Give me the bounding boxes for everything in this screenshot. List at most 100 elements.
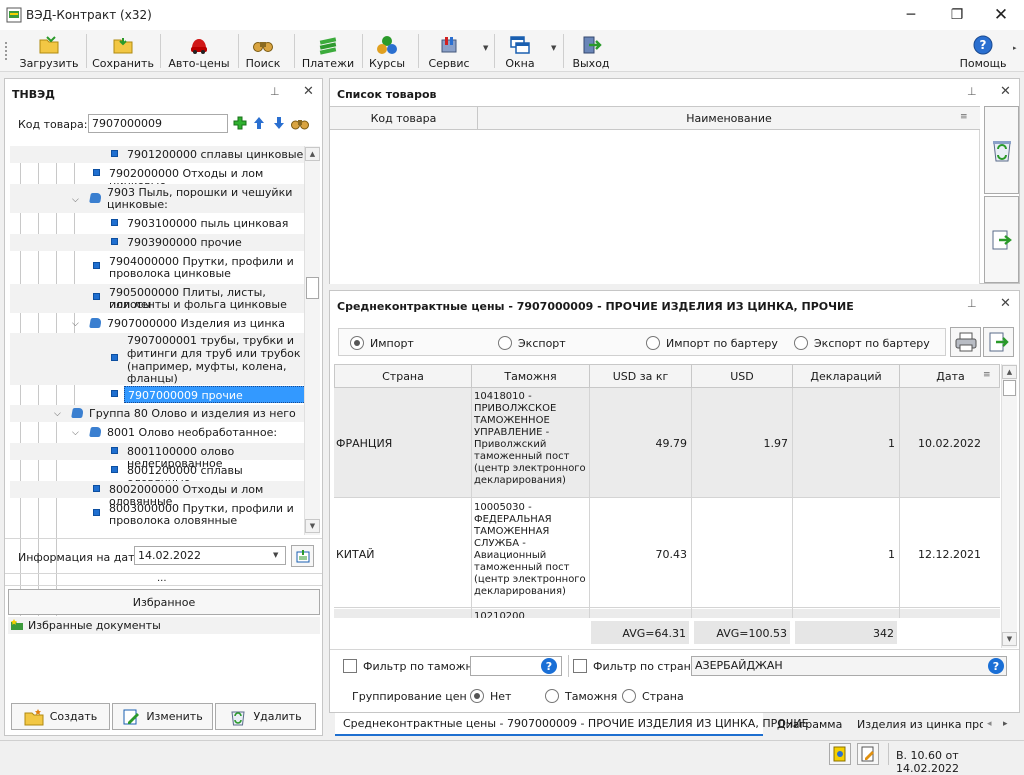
clear-list-button[interactable] [984, 106, 1019, 194]
tab-diagram[interactable]: Диаграмма [777, 713, 842, 736]
help-button[interactable]: ? Помощь [958, 32, 1008, 70]
tree-item[interactable]: 7902000000 Отходы и лом цинковые [10, 165, 308, 192]
delete-button[interactable]: Удалить [215, 703, 316, 730]
splitter-dots[interactable]: ... [157, 573, 167, 584]
exit-button[interactable]: Выход [570, 32, 612, 70]
column-header-usd-kg[interactable]: USD за кг [590, 365, 692, 387]
pin-icon[interactable]: ⊥ [967, 297, 977, 310]
calendar-button[interactable] [291, 545, 314, 567]
filter-customs-checkbox[interactable] [343, 659, 357, 673]
collapse-chevron-icon[interactable]: ⌵ [72, 427, 79, 439]
column-chooser-icon[interactable]: ≡ [960, 112, 968, 122]
info-date-input[interactable]: 14.02.2022 [134, 546, 286, 565]
export-button[interactable] [983, 327, 1014, 357]
tree-item[interactable]: 7904000000 Прутки, профили и проволока ц… [10, 253, 308, 282]
column-chooser-icon[interactable]: ≡ [983, 370, 991, 380]
table-row[interactable]: КИТАЙ 10005030 - ФЕДЕРАЛЬНАЯ ТАМОЖЕННАЯ СЛУ… [334, 499, 1000, 608]
help-icon[interactable]: ? [988, 658, 1004, 674]
tree-item[interactable]: 7903100000 пыль цинковая [10, 215, 308, 232]
restore-button[interactable]: ❐ [934, 0, 980, 30]
column-header-name[interactable]: Наименование [478, 107, 980, 129]
pin-icon[interactable]: ⊥ [967, 85, 977, 98]
service-button[interactable]: Сервис [426, 32, 472, 70]
collapse-chevron-icon[interactable]: ⌵ [72, 318, 79, 330]
close-window-button[interactable]: ✕ [978, 0, 1024, 30]
rates-button[interactable]: Курсы [366, 32, 408, 70]
tree-item-selected[interactable]: 7907000009 прочие [10, 386, 308, 403]
tree-item[interactable]: 7903900000 прочие [10, 234, 308, 251]
tree-item[interactable]: ⌵ 7907000000 Изделия из цинка прочие: [10, 315, 308, 342]
mode-export-radio[interactable] [498, 336, 512, 350]
tree-item[interactable]: ⌵ Группа 80 Олово и изделия из него [10, 405, 308, 422]
column-header-declarations[interactable]: Деклараций [793, 365, 900, 387]
goods-grid-body[interactable] [330, 130, 980, 284]
toolbar-overflow-icon[interactable]: ▸ [1013, 44, 1017, 52]
table-row[interactable]: ФРАНЦИЯ 10418010 - ПРИВОЛЖСКОЕ ТАМОЖЕННОЕ У… [334, 388, 1000, 498]
column-header-code[interactable]: Код товара [330, 107, 478, 129]
tabs-scroll-left-icon[interactable]: ◂ [987, 719, 992, 729]
mode-barter-import-radio[interactable] [646, 336, 660, 350]
grouping-customs-radio[interactable] [545, 689, 559, 703]
load-button[interactable]: Загрузить [20, 32, 78, 70]
auto-prices-button[interactable]: Авто-цены [168, 32, 230, 70]
scroll-down-icon[interactable]: ▼ [305, 519, 320, 533]
grouping-none-radio[interactable] [470, 689, 484, 703]
scroll-up-icon[interactable]: ▲ [305, 147, 320, 161]
tree-item[interactable]: 7907000001 трубы, трубки и фитинги для т… [10, 333, 308, 385]
arrow-up-icon[interactable] [253, 116, 265, 130]
close-panel-icon[interactable]: ✕ [1000, 84, 1011, 99]
tree-scrollbar[interactable] [304, 146, 320, 535]
pin-icon[interactable]: ⊥ [270, 85, 280, 98]
tab-prices[interactable]: Среднеконтрактные цены - 7907000009 - ПР… [335, 713, 809, 736]
tree-item[interactable]: ⌵ 7903 Пыль, порошки и чешуйки цинковые: [10, 184, 308, 213]
favorites-button[interactable]: Избранное [8, 589, 320, 615]
binoculars-icon[interactable] [291, 117, 309, 130]
tab-zinc-items[interactable]: Изделия из цинка прочи [857, 713, 983, 736]
table-row[interactable]: 10210200 [334, 609, 1000, 618]
collapse-chevron-icon[interactable]: ⌵ [54, 408, 61, 420]
mode-barter-export-radio[interactable] [794, 336, 808, 350]
column-header-customs[interactable]: Таможня [472, 365, 590, 387]
mode-import-radio[interactable] [350, 336, 364, 350]
windows-button[interactable]: Окна [500, 32, 540, 70]
tree-item[interactable]: 8001100000 олово нелегированное [10, 443, 308, 470]
scroll-thumb[interactable] [1003, 380, 1016, 396]
status-button-2[interactable] [857, 743, 879, 765]
scroll-up-icon[interactable]: ▲ [1002, 365, 1017, 379]
column-header-usd[interactable]: USD [692, 365, 793, 387]
close-panel-icon[interactable]: ✕ [1000, 296, 1011, 311]
tree-item[interactable]: 8001200000 сплавы оловянные [10, 462, 308, 489]
tree-item[interactable]: 8003000000 Прутки, профили и проволока о… [10, 500, 308, 529]
payments-button[interactable]: Платежи [300, 32, 356, 70]
export-list-button[interactable] [984, 196, 1019, 283]
collapse-chevron-icon[interactable]: ⌵ [72, 194, 79, 206]
tree-item[interactable]: 8002000000 Отходы и лом оловянные [10, 481, 308, 508]
grouping-country-radio[interactable] [622, 689, 636, 703]
create-button[interactable]: Создать [11, 703, 110, 730]
minimize-button[interactable]: ─ [888, 0, 934, 30]
dropdown-arrow-icon[interactable]: ▼ [273, 551, 278, 559]
scroll-thumb[interactable] [306, 277, 319, 299]
filter-country-checkbox[interactable] [573, 659, 587, 673]
service-dropdown-icon[interactable]: ▼ [483, 44, 488, 52]
edit-button[interactable]: Изменить [112, 703, 213, 730]
tree-item[interactable]: 7905000000 Плиты, листы, полосы или лент… [10, 284, 308, 313]
status-button-1[interactable] [829, 743, 851, 765]
favorite-docs-item[interactable]: Избранные документы [8, 617, 320, 634]
windows-dropdown-icon[interactable]: ▼ [551, 44, 556, 52]
column-header-country[interactable]: Страна [335, 365, 472, 387]
code-input[interactable]: 7907000009 [88, 114, 228, 133]
close-panel-icon[interactable]: ✕ [303, 84, 314, 99]
filter-country-input[interactable]: АЗЕРБАЙДЖАН [691, 656, 1007, 676]
search-button[interactable]: Поиск [242, 32, 284, 70]
save-button[interactable]: Сохранить [92, 32, 154, 70]
prices-scrollbar[interactable] [1001, 364, 1017, 648]
print-button[interactable] [950, 327, 981, 357]
add-icon[interactable] [233, 116, 247, 130]
arrow-down-icon[interactable] [273, 116, 285, 130]
scroll-down-icon[interactable]: ▼ [1002, 632, 1017, 646]
help-icon[interactable]: ? [541, 658, 557, 674]
tabs-scroll-right-icon[interactable]: ▸ [1003, 719, 1008, 729]
tree-item[interactable]: ⌵ 8001 Олово необработанное: [10, 424, 308, 441]
tree-item[interactable]: 7901200000 сплавы цинковые [10, 146, 308, 163]
